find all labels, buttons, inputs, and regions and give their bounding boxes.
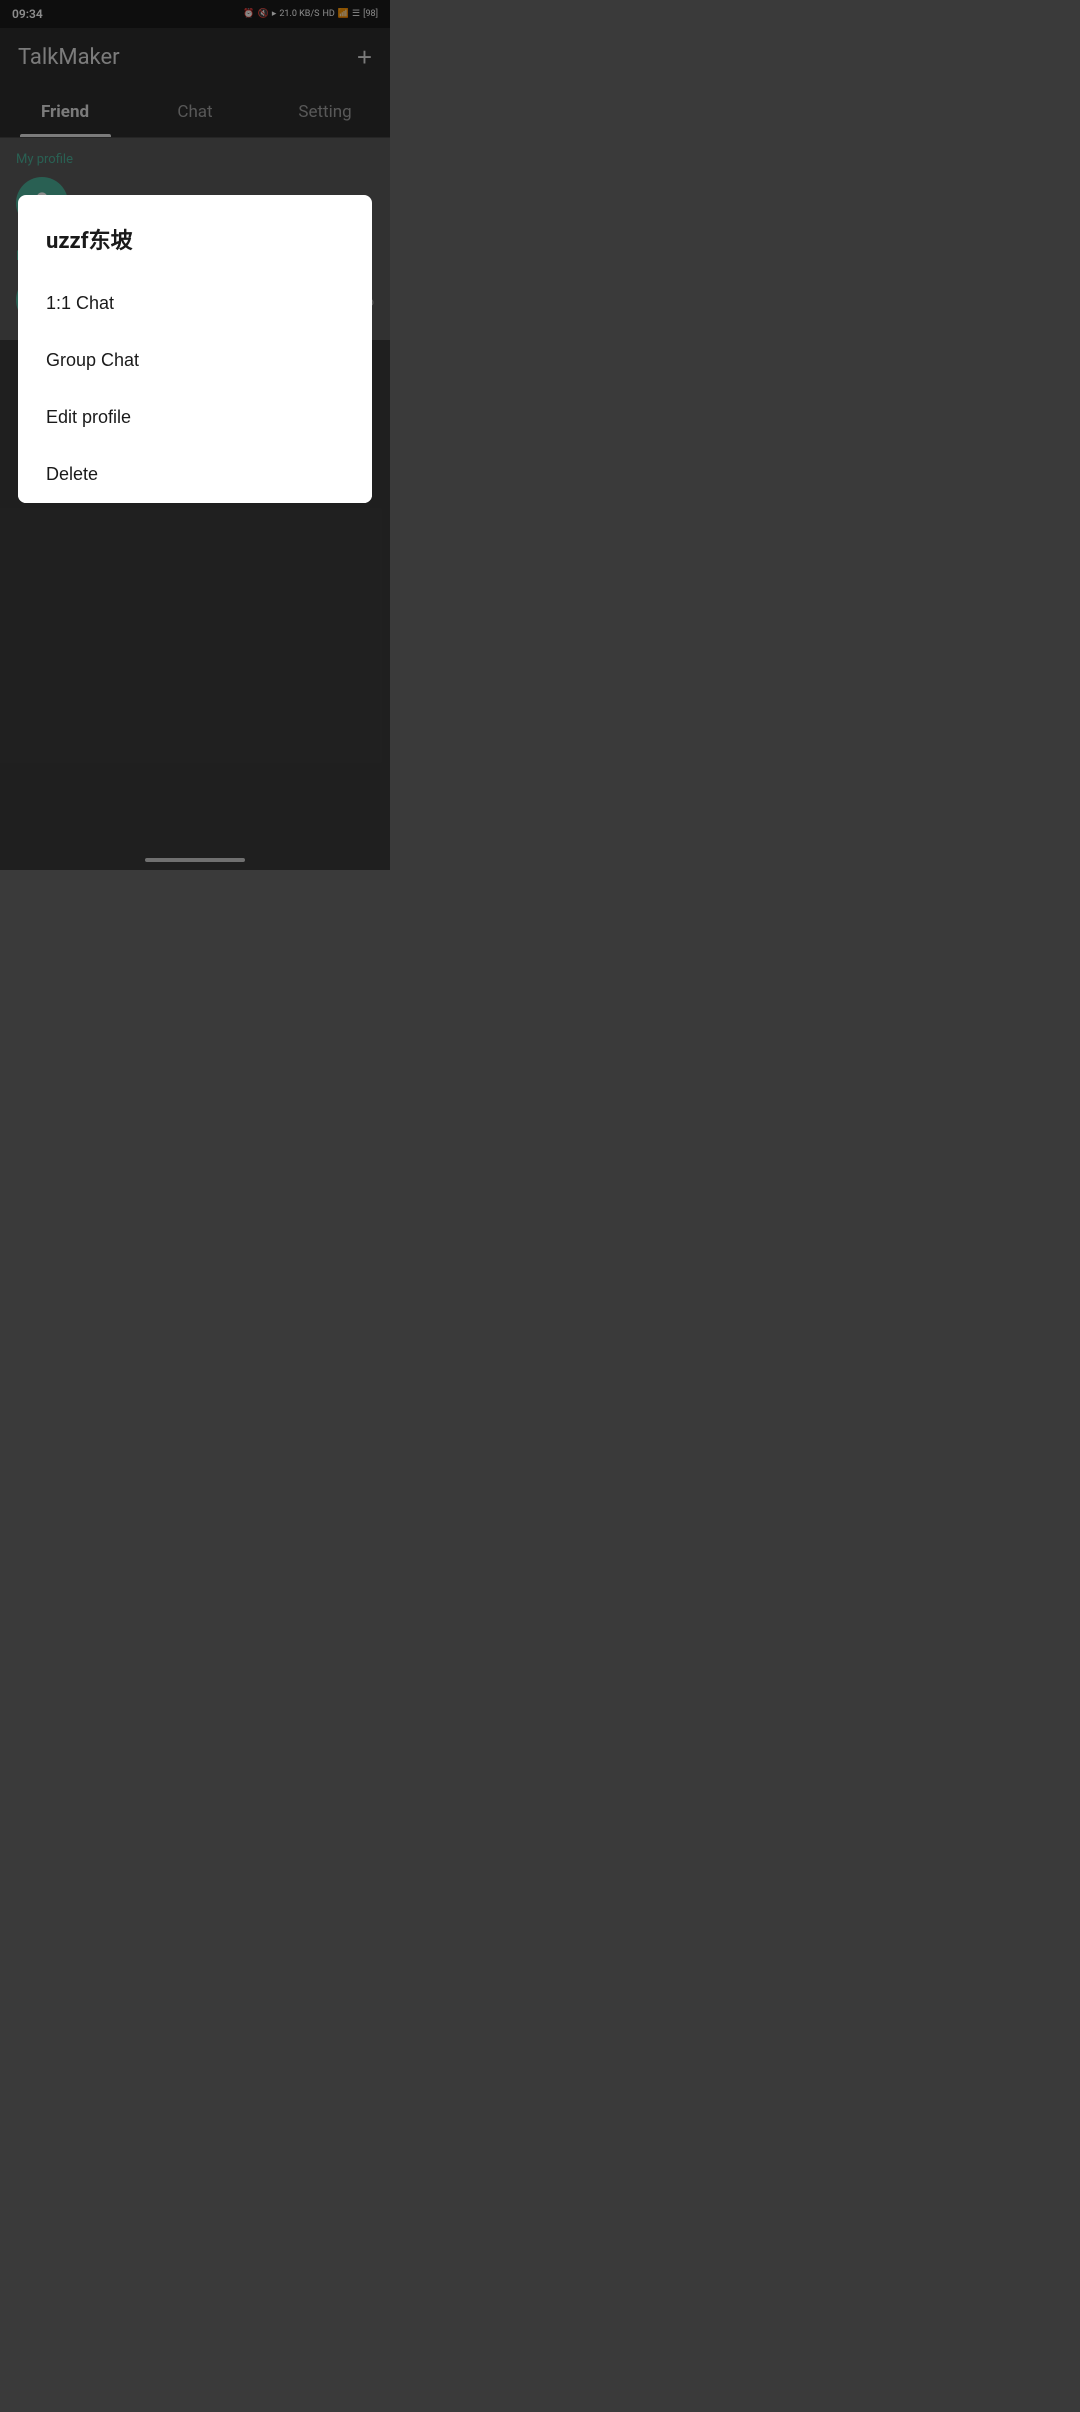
dialog-item-1-1-chat[interactable]: 1:1 Chat — [18, 275, 372, 332]
context-menu-dialog: uzzf东坡 1:1 Chat Group Chat Edit profile … — [18, 195, 372, 503]
dialog-item-delete[interactable]: Delete — [18, 446, 372, 503]
dialog-item-group-chat[interactable]: Group Chat — [18, 332, 372, 389]
dialog-title: uzzf东坡 — [18, 195, 372, 275]
dialog-item-edit-profile[interactable]: Edit profile — [18, 389, 372, 446]
